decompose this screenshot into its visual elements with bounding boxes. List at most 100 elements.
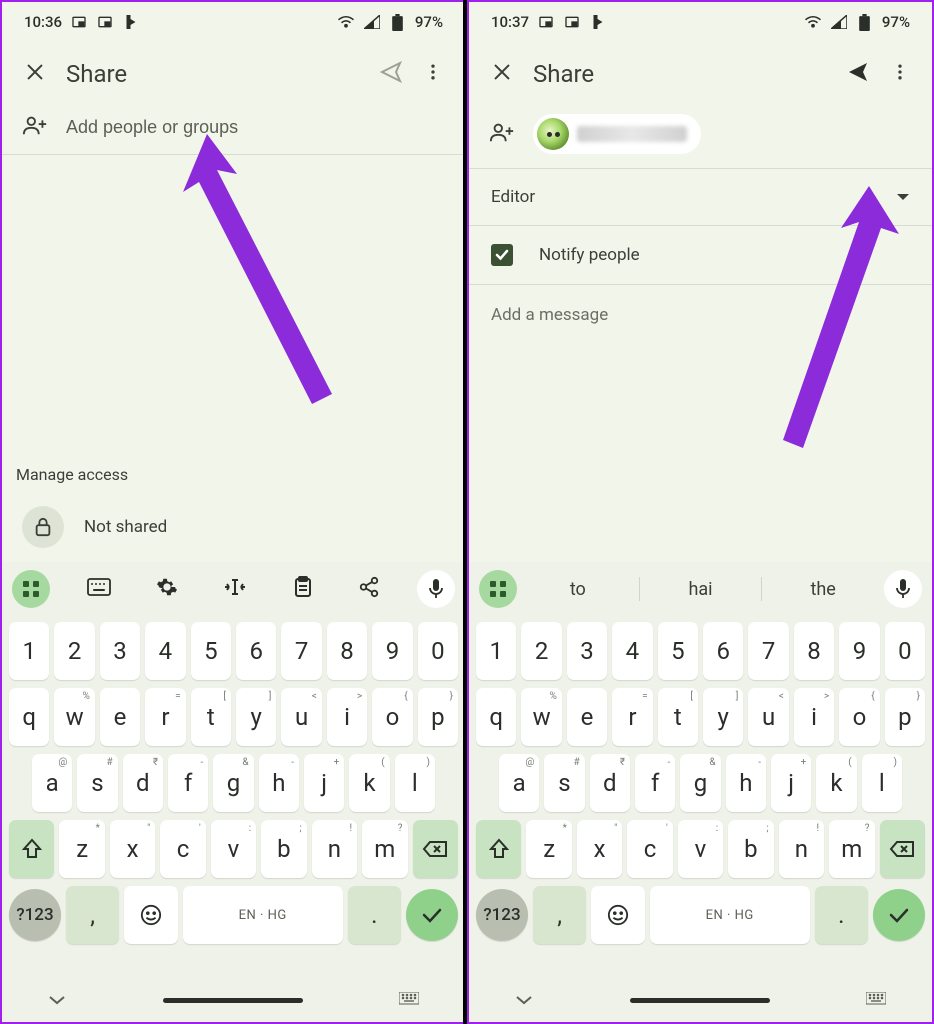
key-6[interactable]: 6 <box>236 622 276 680</box>
message-input[interactable]: Add a message <box>469 285 932 345</box>
key-d[interactable]: d₹ <box>590 754 630 812</box>
key-g[interactable]: g& <box>213 754 253 812</box>
key-9[interactable]: 9 <box>372 622 412 680</box>
key-1[interactable]: 1 <box>476 622 516 680</box>
key-d[interactable]: d₹ <box>123 754 163 812</box>
key-y[interactable]: y] <box>703 688 743 746</box>
close-button[interactable] <box>481 51 523 97</box>
key-0[interactable]: 0 <box>885 622 925 680</box>
key-symbols[interactable]: ?123 <box>476 889 528 941</box>
key-h[interactable]: h- <box>259 754 299 812</box>
kbd-menu-button[interactable] <box>12 570 50 608</box>
key-c[interactable]: c' <box>160 820 205 878</box>
key-n[interactable]: n! <box>312 820 357 878</box>
key-space[interactable]: EN · HG <box>650 886 810 944</box>
key-2[interactable]: 2 <box>521 622 561 680</box>
kbd-menu-button[interactable] <box>479 570 517 608</box>
key-b[interactable]: b; <box>261 820 306 878</box>
key-shift[interactable] <box>476 820 521 878</box>
key-v[interactable]: v: <box>678 820 723 878</box>
key-period[interactable]: . <box>348 886 401 944</box>
key-k[interactable]: k( <box>349 754 389 812</box>
key-emoji[interactable] <box>591 886 644 944</box>
key-s[interactable]: s# <box>77 754 117 812</box>
key-z[interactable]: z* <box>526 820 571 878</box>
kbd-clipboard-icon[interactable] <box>285 568 321 610</box>
key-i[interactable]: i> <box>794 688 834 746</box>
kbd-share-icon[interactable] <box>350 568 388 610</box>
share-status-row[interactable]: Not shared <box>2 492 465 562</box>
key-enter[interactable] <box>406 889 458 941</box>
suggestion-3[interactable]: the <box>762 571 884 608</box>
nav-down-icon[interactable] <box>48 991 66 1010</box>
key-f[interactable]: f- <box>168 754 208 812</box>
key-s[interactable]: s# <box>544 754 584 812</box>
kbd-settings-icon[interactable] <box>148 568 186 610</box>
people-input[interactable] <box>66 117 445 138</box>
key-f[interactable]: f- <box>635 754 675 812</box>
key-x[interactable]: x" <box>110 820 155 878</box>
key-4[interactable]: 4 <box>612 622 652 680</box>
key-shift[interactable] <box>9 820 54 878</box>
key-comma[interactable]: , <box>533 886 586 944</box>
key-backspace[interactable] <box>880 820 925 878</box>
key-7[interactable]: 7 <box>748 622 788 680</box>
nav-handle[interactable] <box>163 998 303 1003</box>
key-m[interactable]: m? <box>362 820 407 878</box>
overflow-button[interactable] <box>880 52 920 96</box>
key-e[interactable]: e <box>567 688 607 746</box>
person-chip[interactable] <box>533 114 701 154</box>
key-enter[interactable] <box>873 889 925 941</box>
key-o[interactable]: o{ <box>372 688 412 746</box>
role-dropdown[interactable]: Editor <box>469 169 932 226</box>
kbd-mic-button[interactable] <box>884 570 922 608</box>
key-3[interactable]: 3 <box>567 622 607 680</box>
key-j[interactable]: j+ <box>771 754 811 812</box>
key-5[interactable]: 5 <box>658 622 698 680</box>
key-w[interactable]: w% <box>54 688 94 746</box>
key-v[interactable]: v: <box>211 820 256 878</box>
key-z[interactable]: z* <box>59 820 104 878</box>
key-comma[interactable]: , <box>66 886 119 944</box>
key-u[interactable]: u< <box>281 688 321 746</box>
key-e[interactable]: e <box>100 688 140 746</box>
key-2[interactable]: 2 <box>54 622 94 680</box>
key-k[interactable]: k( <box>816 754 856 812</box>
key-7[interactable]: 7 <box>281 622 321 680</box>
key-y[interactable]: y] <box>236 688 276 746</box>
key-u[interactable]: u< <box>748 688 788 746</box>
key-g[interactable]: g& <box>680 754 720 812</box>
key-3[interactable]: 3 <box>100 622 140 680</box>
key-9[interactable]: 9 <box>839 622 879 680</box>
key-n[interactable]: n! <box>779 820 824 878</box>
key-o[interactable]: o{ <box>839 688 879 746</box>
key-l[interactable]: l) <box>395 754 435 812</box>
key-symbols[interactable]: ?123 <box>9 889 61 941</box>
key-q[interactable]: q <box>9 688 49 746</box>
key-backspace[interactable] <box>413 820 458 878</box>
send-button[interactable] <box>369 50 413 98</box>
nav-down-icon[interactable] <box>515 991 533 1010</box>
overflow-button[interactable] <box>413 52 453 96</box>
key-q[interactable]: q <box>476 688 516 746</box>
key-x[interactable]: x" <box>577 820 622 878</box>
key-l[interactable]: l) <box>862 754 902 812</box>
key-j[interactable]: j+ <box>304 754 344 812</box>
key-a[interactable]: a@ <box>499 754 539 812</box>
key-t[interactable]: t[ <box>191 688 231 746</box>
kbd-keyboard-icon[interactable] <box>79 570 119 608</box>
key-p[interactable]: p} <box>418 688 458 746</box>
key-r[interactable]: r= <box>145 688 185 746</box>
kbd-mic-button[interactable] <box>417 570 455 608</box>
key-t[interactable]: t[ <box>658 688 698 746</box>
key-i[interactable]: i> <box>327 688 367 746</box>
key-4[interactable]: 4 <box>145 622 185 680</box>
nav-kbd-icon[interactable] <box>866 991 886 1010</box>
nav-kbd-icon[interactable] <box>399 991 419 1010</box>
key-m[interactable]: m? <box>829 820 874 878</box>
send-button[interactable] <box>836 50 880 98</box>
key-6[interactable]: 6 <box>703 622 743 680</box>
notify-checkbox[interactable] <box>491 244 513 266</box>
suggestion-2[interactable]: hai <box>640 571 762 608</box>
key-0[interactable]: 0 <box>418 622 458 680</box>
